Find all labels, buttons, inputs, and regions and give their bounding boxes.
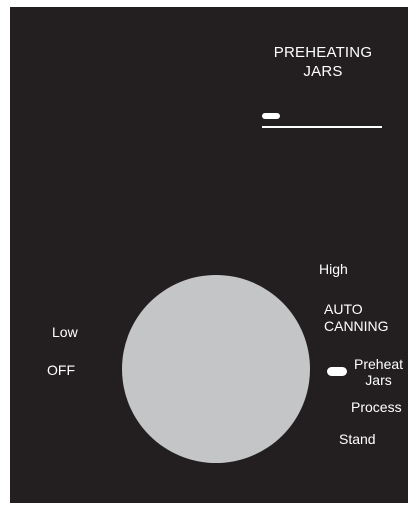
dial-label-process: Process	[351, 399, 402, 415]
setting-dial-knob[interactable]	[122, 275, 310, 463]
display-underline	[262, 126, 382, 128]
dial-label-auto-canning: AUTO CANNING	[324, 301, 389, 334]
display-indicator-light	[262, 113, 280, 119]
selected-setting-indicator	[327, 367, 347, 376]
control-panel: PREHEATING JARS High AUTO CANNING Low OF…	[10, 7, 408, 503]
dial-label-stand: Stand	[339, 431, 376, 447]
dial-label-preheat-jars: Preheat Jars	[354, 356, 404, 388]
dial-label-high: High	[319, 261, 348, 277]
dial-label-off: OFF	[47, 362, 75, 378]
display-status-text: PREHEATING JARS	[273, 44, 373, 80]
dial-label-low: Low	[52, 324, 78, 340]
